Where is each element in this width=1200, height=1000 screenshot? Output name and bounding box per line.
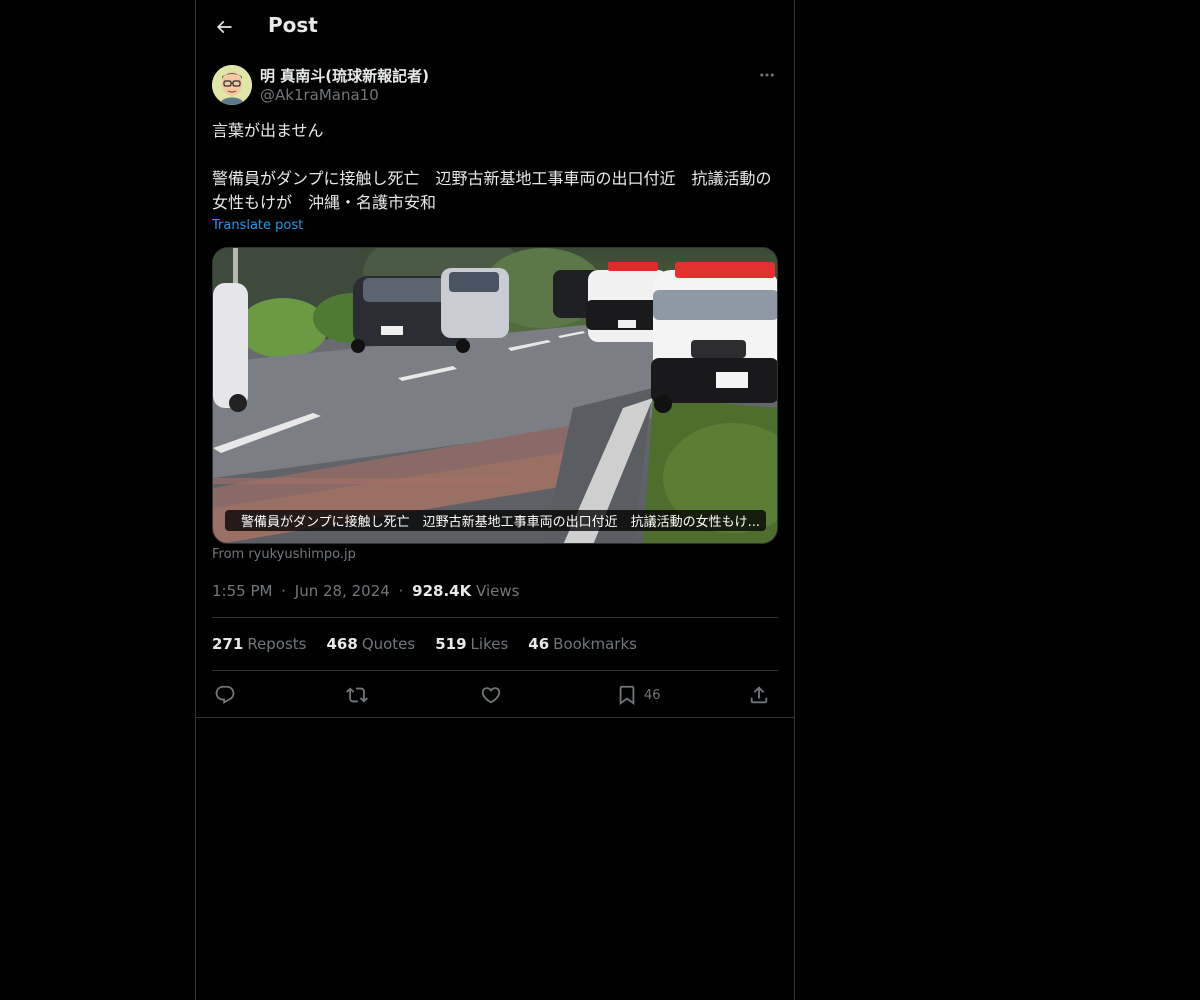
heart-icon	[481, 687, 501, 704]
post-text-line: 警備員がダンプに接触し死亡 辺野古新基地工事車両の出口付近 抗議活動の女性もけが…	[212, 169, 772, 212]
meta-separator: ·	[398, 582, 404, 600]
reposts-label: Reposts	[247, 635, 307, 653]
link-card[interactable]: 警備員がダンプに接触し死亡 辺野古新基地工事車両の出口付近 抗議活動の女性もけ.…	[212, 247, 778, 544]
bookmark-action-count: 46	[644, 687, 661, 703]
bookmarks-stat[interactable]: 46 Bookmarks	[528, 635, 637, 653]
repost-icon	[346, 687, 368, 703]
link-card-caption: 警備員がダンプに接触し死亡 辺野古新基地工事車両の出口付近 抗議活動の女性もけ.…	[225, 510, 767, 531]
more-options-button[interactable]	[756, 65, 778, 85]
likes-stat[interactable]: 519 Likes	[435, 635, 508, 653]
reply-icon	[215, 685, 235, 704]
meta-separator: ·	[281, 582, 287, 600]
likes-count: 519	[435, 635, 467, 653]
post-time[interactable]: 1:55 PM	[212, 582, 272, 600]
post-meta: 1:55 PM · Jun 28, 2024 · 928.4K Views	[212, 582, 519, 600]
back-button[interactable]	[208, 11, 240, 43]
reposts-stat[interactable]: 271 Reposts	[212, 635, 307, 653]
share-icon	[750, 686, 768, 704]
likes-label: Likes	[470, 635, 509, 653]
post-author: 明 真南斗(琉球新報記者) @Ak1raMana10	[212, 65, 778, 107]
quotes-stat[interactable]: 468 Quotes	[327, 635, 416, 653]
views-count: 928.4K	[412, 582, 472, 600]
views-label: Views	[476, 582, 520, 600]
post-text-line: 言葉が出ません	[212, 121, 324, 140]
bookmark-button[interactable]: 46	[616, 682, 661, 708]
bookmark-icon	[619, 685, 635, 706]
arrow-left-icon	[216, 20, 232, 34]
top-bar: Post	[196, 0, 794, 54]
author-handle[interactable]: @Ak1raMana10	[260, 86, 379, 104]
like-button[interactable]	[480, 682, 502, 708]
avatar[interactable]	[212, 65, 252, 105]
post-stats: 271 Reposts 468 Quotes 519 Likes 46 Bookmark…	[212, 635, 637, 653]
page-title: Post	[268, 13, 318, 37]
post-actions: 46	[212, 682, 778, 708]
avatar-illustration-icon	[212, 65, 252, 105]
main-column: Post 明 真南斗(琉球新報記者) @Ak1raMana10 言葉が出ません …	[195, 0, 795, 1000]
translate-post-link[interactable]: Translate post	[212, 218, 303, 233]
share-button[interactable]	[748, 682, 770, 708]
author-display-name[interactable]: 明 真南斗(琉球新報記者)	[260, 65, 429, 86]
post-date[interactable]: Jun 28, 2024	[295, 582, 390, 600]
bookmarks-label: Bookmarks	[553, 635, 637, 653]
link-card-photo	[213, 248, 777, 543]
reply-button[interactable]	[214, 682, 236, 708]
post-bottom-border	[196, 717, 794, 718]
quotes-label: Quotes	[361, 635, 416, 653]
reposts-count: 271	[212, 635, 244, 653]
bookmarks-count: 46	[528, 635, 550, 653]
divider	[212, 670, 778, 671]
post-text: 言葉が出ません 警備員がダンプに接触し死亡 辺野古新基地工事車両の出口付近 抗議…	[212, 119, 778, 215]
ellipsis-icon	[760, 73, 774, 77]
divider	[212, 617, 778, 618]
link-card-source[interactable]: From ryukyushimpo.jp	[212, 547, 356, 562]
quotes-count: 468	[326, 635, 358, 653]
repost-button[interactable]	[346, 682, 368, 708]
